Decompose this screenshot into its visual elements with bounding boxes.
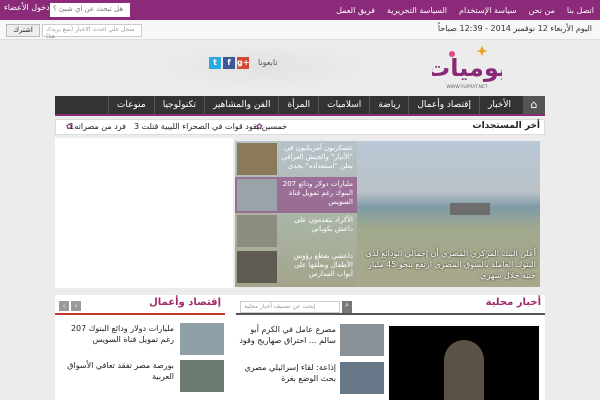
economy-item-1[interactable]: 207 مليارات دولار ودائع البنوك رغم تمويل…: [56, 323, 174, 345]
nav-celebrities[interactable]: الفن والمشاهير: [203, 96, 279, 114]
ticker-item-2[interactable]: 1فرد من مصراته: [54, 122, 126, 131]
thumb-title: الأكراد يتقدمون على داعش بكوباني: [294, 216, 353, 233]
logo-text: يوميات: [432, 54, 502, 82]
section-divider: [236, 313, 545, 315]
local-news-main-image[interactable]: [389, 326, 539, 400]
person-silhouette: [444, 340, 484, 400]
left-sidebar: [55, 138, 233, 288]
login-button[interactable]: دخول الأعضاء: [4, 3, 50, 12]
slider-thumb-list: عسكريون أمريكيون في "الأنبار" والجيش الع…: [235, 141, 357, 287]
ship-image: [450, 203, 490, 215]
info-bar: اليوم الأربعاء 12 نوفمبر 2014 - 12:39 صب…: [0, 20, 600, 40]
site-logo[interactable]: يوميات WWW.YUPRAT.NET: [432, 42, 502, 94]
arrow-right-icon[interactable]: ›: [71, 301, 81, 311]
news-thumb-image[interactable]: [180, 323, 224, 355]
thumb-title: داعشي يقطع رؤوس الأطفال ويعلقها على أبوا…: [293, 252, 353, 278]
local-news-item-2[interactable]: إذاعة: لقاء إسرائيلي مصري بحث الوضع بغزة: [236, 362, 337, 384]
thumb-title: 207 مليارات دولار ودائع البنوك رغم تمويل…: [282, 180, 353, 206]
local-news-search-input[interactable]: إبحث عن تصنيف أخبار محلية: [240, 301, 340, 313]
facebook-icon[interactable]: f: [223, 57, 235, 69]
slider-thumb-item[interactable]: عسكريون أمريكيون في "الأنبار" والجيش الع…: [235, 141, 357, 177]
top-nav-contact[interactable]: اتصل بنا: [567, 6, 594, 15]
nav-women[interactable]: المرأة: [278, 96, 318, 114]
thumb-image: [237, 179, 277, 211]
featured-slider: عسكريون أمريكيون في "الأنبار" والجيش الع…: [235, 141, 540, 287]
nav-sports[interactable]: رياضة: [369, 96, 408, 114]
nav-technology[interactable]: تكنولوجيا: [153, 96, 204, 114]
ticker-label: أخر المستجدات: [472, 121, 540, 131]
thumb-image: [237, 215, 277, 247]
slider-thumb-item[interactable]: الأكراد يتقدمون على داعش بكوباني: [235, 213, 357, 249]
local-news-title[interactable]: أخبار محلية: [486, 297, 541, 308]
twitter-icon[interactable]: t: [209, 57, 221, 69]
thumb-title: عسكريون أمريكيون في "الأنبار" والجيش الع…: [281, 144, 353, 170]
top-nav-editorial[interactable]: السياسة التحريرية: [387, 6, 447, 15]
local-news-item-1[interactable]: مصرع عامل في الكرم أبو سالم ... احتراق ص…: [236, 324, 336, 346]
social-links: t f g+: [209, 57, 249, 69]
slider-caption[interactable]: أعلن البنك المركزي المصري أن إجمالي الود…: [358, 248, 536, 281]
news-thumb-image[interactable]: [340, 362, 384, 394]
search-icon[interactable]: ⌕: [342, 301, 352, 313]
ticker-item-1[interactable]: خمسين يقود قوات في الصحراء الليبية قتلت …: [134, 122, 287, 131]
economy-item-2[interactable]: بورصة مصر تفقد تعافي الأسواق العربية: [56, 360, 174, 382]
top-nav: اتصل بنا من نحن سياسة الإستخدام السياسة …: [336, 0, 594, 20]
top-nav-team[interactable]: فريق العمل: [336, 6, 375, 15]
logo-dot-icon: [449, 51, 455, 57]
arrow-left-icon[interactable]: ‹: [59, 301, 69, 311]
logo-url: WWW.YUPRAT.NET: [446, 84, 488, 90]
top-nav-about[interactable]: من نحن: [529, 6, 555, 15]
news-ticker: أخر المستجدات ✿ خمسين يقود قوات في الصحر…: [55, 119, 545, 135]
nav-economy[interactable]: إقتصاد وأعمال: [408, 96, 479, 114]
top-bar: اتصل بنا من نحن سياسة الإستخدام السياسة …: [0, 0, 600, 20]
nav-islamic[interactable]: اسلاميات: [318, 96, 369, 114]
home-icon[interactable]: ⌂: [523, 96, 545, 114]
current-date: اليوم الأربعاء 12 نوفمبر 2014 - 12:39 صب…: [437, 24, 592, 33]
nav-misc[interactable]: منوعات: [107, 96, 154, 114]
subscribe-email-input[interactable]: سجل علي احدث الاخبار (سع بريدك هنا): [42, 24, 142, 40]
main-nav: ⌂ الأخبار إقتصاد وأعمال رياضة اسلاميات ا…: [55, 96, 545, 116]
economy-title[interactable]: إقتصاد وأعمال: [149, 297, 221, 308]
google-plus-icon[interactable]: g+: [237, 57, 249, 69]
follow-us-label: تابعونا: [258, 58, 278, 67]
economy-arrows: ‹ ›: [59, 301, 81, 311]
search-question-input[interactable]: هل تبحث عن اي شيئ ؟: [50, 3, 130, 17]
news-thumb-image[interactable]: [340, 324, 384, 356]
world-map-background: [150, 42, 380, 92]
top-nav-usage[interactable]: سياسة الإستخدام: [459, 6, 517, 15]
slider-thumb-item-active[interactable]: 207 مليارات دولار ودائع البنوك رغم تمويل…: [235, 177, 357, 213]
site-header: t f g+ تابعونا يوميات WWW.YUPRAT.NET: [0, 40, 600, 94]
thumb-image: [237, 251, 277, 283]
slider-thumb-item[interactable]: داعشي يقطع رؤوس الأطفال ويعلقها على أبوا…: [235, 249, 357, 285]
nav-news[interactable]: الأخبار: [478, 96, 519, 114]
main-nav-items: الأخبار إقتصاد وأعمال رياضة اسلاميات الم…: [107, 96, 519, 114]
section-divider: [55, 313, 225, 315]
news-thumb-image[interactable]: [180, 360, 224, 392]
subscribe-button[interactable]: اشترك: [6, 24, 40, 37]
thumb-image: [237, 143, 277, 175]
